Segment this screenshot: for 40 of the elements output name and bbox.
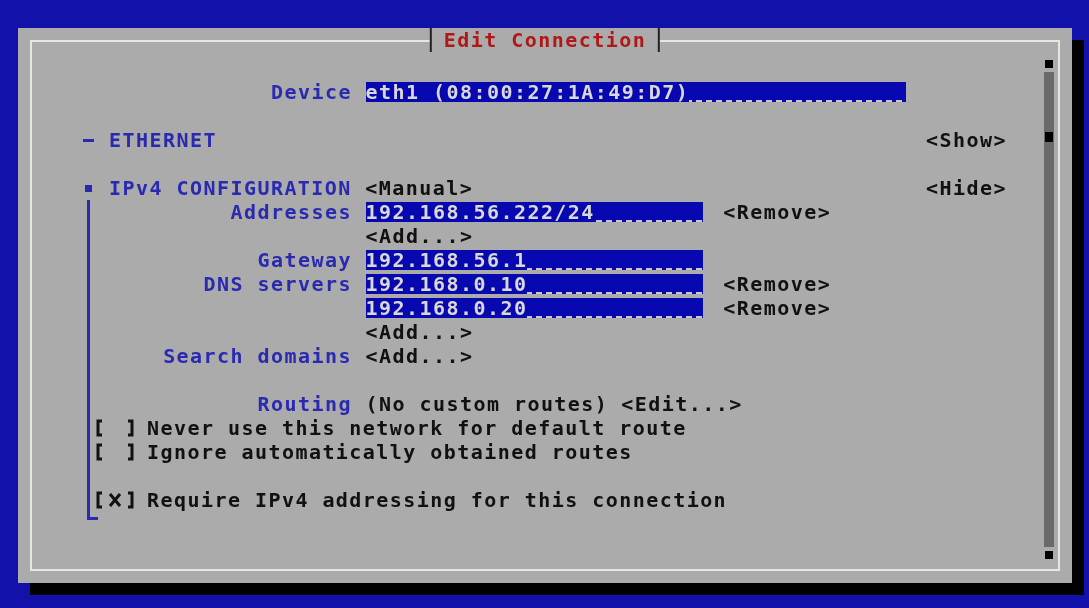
input-field[interactable]: 192.168.56.222/24 bbox=[365, 202, 703, 222]
input-field[interactable]: eth1 (08:00:27:1A:49:D7) bbox=[365, 82, 906, 102]
field-value: 192.168.0.20 bbox=[365, 298, 528, 318]
mode-button[interactable]: <Manual> bbox=[365, 176, 474, 200]
input-field[interactable]: 192.168.56.1 bbox=[365, 250, 703, 270]
checkbox-label: Ignore automatically obtained routes bbox=[147, 440, 633, 464]
field-label: Routing bbox=[256, 392, 352, 416]
dialog-title: Edit Connection bbox=[429, 28, 661, 52]
add-button[interactable]: <Add...> bbox=[365, 344, 474, 368]
edit-button[interactable]: <Edit...> bbox=[621, 392, 743, 416]
add-button[interactable]: <Add...> bbox=[365, 320, 474, 344]
field-value: 192.168.56.222/24 bbox=[365, 202, 595, 222]
remove-button[interactable]: <Remove> bbox=[723, 272, 832, 296]
scroll-down-icon[interactable] bbox=[1044, 551, 1053, 559]
checked-checkbox[interactable] bbox=[95, 491, 134, 509]
scrollbar-track[interactable] bbox=[1043, 72, 1054, 547]
input-field[interactable]: 192.168.0.10 bbox=[365, 274, 703, 294]
field-label: DNS servers bbox=[202, 272, 352, 296]
section-toggle-button[interactable]: <Hide> bbox=[926, 176, 1007, 200]
checkbox-label: Never use this network for default route bbox=[147, 416, 687, 440]
unchecked-checkbox[interactable] bbox=[95, 419, 134, 437]
field-value: 192.168.0.10 bbox=[365, 274, 528, 294]
field-label: Addresses bbox=[229, 200, 352, 224]
remove-button[interactable]: <Remove> bbox=[723, 200, 832, 224]
scrollbar-thumb[interactable] bbox=[1044, 132, 1053, 142]
routes-status-text: (No custom routes) bbox=[365, 392, 609, 416]
section-heading: IPv4 CONFIGURATION bbox=[109, 176, 352, 200]
add-button[interactable]: <Add...> bbox=[365, 224, 474, 248]
input-field[interactable]: 192.168.0.20 bbox=[365, 298, 703, 318]
field-value: eth1 (08:00:27:1A:49:D7) bbox=[365, 82, 690, 102]
section-heading: ETHERNET bbox=[109, 128, 217, 152]
field-label: Gateway bbox=[256, 248, 352, 272]
section-toggle-button[interactable]: <Show> bbox=[926, 128, 1007, 152]
remove-button[interactable]: <Remove> bbox=[723, 296, 832, 320]
unchecked-checkbox[interactable] bbox=[95, 443, 134, 461]
field-value: 192.168.56.1 bbox=[365, 250, 528, 270]
field-label: Search domains bbox=[162, 344, 352, 368]
scroll-up-icon[interactable] bbox=[1044, 60, 1053, 68]
checkbox-label: Require IPv4 addressing for this connection bbox=[147, 488, 728, 512]
field-label: Device bbox=[270, 80, 352, 104]
